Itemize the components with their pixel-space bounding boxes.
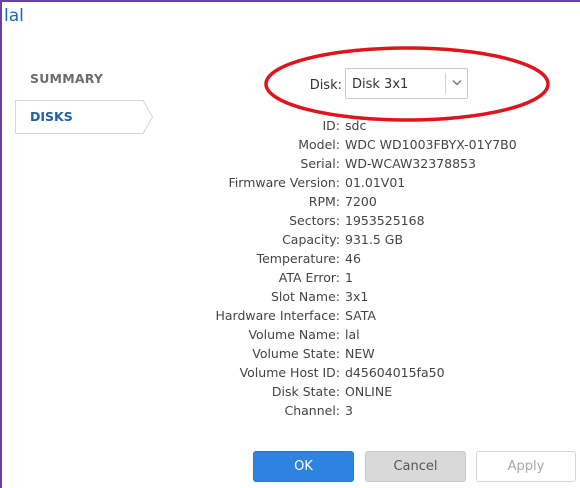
detail-key: RPM: — [308, 194, 340, 209]
detail-row-channel: Channel: 3 — [0, 403, 580, 421]
detail-value: WDC WD1003FBYX-01Y7B0 — [345, 137, 517, 152]
detail-row-sectors: Sectors: 1953525168 — [0, 213, 580, 231]
detail-value: sdc — [345, 118, 367, 133]
detail-row-firmware: Firmware Version: 01.01V01 — [0, 175, 580, 193]
dialog-window: lal SUMMARY DISKS Disk: Disk 3x1 ID: sdc… — [0, 0, 580, 488]
detail-row-ata-error: ATA Error: 1 — [0, 270, 580, 288]
apply-button[interactable]: Apply — [476, 451, 576, 482]
detail-key: Model: — [298, 137, 340, 152]
detail-row-temperature: Temperature: 46 — [0, 251, 580, 269]
detail-row-slot-name: Slot Name: 3x1 — [0, 289, 580, 307]
detail-value: lal — [345, 327, 360, 342]
detail-key: Firmware Version: — [228, 175, 340, 190]
detail-value: 46 — [345, 251, 361, 266]
detail-row-model: Model: WDC WD1003FBYX-01Y7B0 — [0, 137, 580, 155]
detail-row-volume-state: Volume State: NEW — [0, 346, 580, 364]
detail-key: Hardware Interface: — [215, 308, 341, 323]
detail-key: Volume Host ID: — [239, 365, 340, 380]
detail-row-id: ID: sdc — [0, 118, 580, 136]
detail-value: 3x1 — [345, 289, 369, 304]
detail-value: d45604015fa50 — [345, 365, 445, 380]
detail-key: Disk State: — [271, 384, 340, 399]
detail-row-rpm: RPM: 7200 — [0, 194, 580, 212]
detail-value: NEW — [345, 346, 375, 361]
detail-key: Channel: — [284, 403, 340, 418]
window-border-top — [0, 0, 580, 2]
detail-row-hardware-interface: Hardware Interface: SATA — [0, 308, 580, 326]
detail-key: Temperature: — [256, 251, 340, 266]
detail-key: Serial: — [300, 156, 340, 171]
detail-key: Capacity: — [282, 232, 340, 247]
detail-row-capacity: Capacity: 931.5 GB — [0, 232, 580, 250]
sidebar-item-summary[interactable]: SUMMARY — [30, 71, 103, 86]
detail-value: 3 — [345, 403, 353, 418]
detail-key: Slot Name: — [270, 289, 340, 304]
annotation-circle — [264, 46, 550, 122]
detail-key: Sectors: — [289, 213, 340, 228]
window-title: lal — [4, 6, 24, 26]
detail-value: SATA — [345, 308, 376, 323]
detail-value: WD-WCAW32378853 — [345, 156, 476, 171]
detail-row-serial: Serial: WD-WCAW32378853 — [0, 156, 580, 174]
detail-value: 7200 — [345, 194, 377, 209]
cancel-button[interactable]: Cancel — [365, 451, 466, 482]
detail-key: ID: — [322, 118, 340, 133]
detail-key: ATA Error: — [278, 270, 340, 285]
detail-value: ONLINE — [345, 384, 393, 399]
detail-row-volume-name: Volume Name: lal — [0, 327, 580, 345]
detail-row-volume-host-id: Volume Host ID: d45604015fa50 — [0, 365, 580, 383]
ok-button[interactable]: OK — [253, 451, 354, 482]
detail-key: Volume Name: — [248, 327, 340, 342]
detail-value: 01.01V01 — [345, 175, 406, 190]
detail-key: Volume State: — [252, 346, 340, 361]
detail-row-disk-state: Disk State: ONLINE — [0, 384, 580, 402]
detail-value: 1 — [345, 270, 353, 285]
detail-value: 931.5 GB — [345, 232, 404, 247]
detail-value: 1953525168 — [345, 213, 425, 228]
